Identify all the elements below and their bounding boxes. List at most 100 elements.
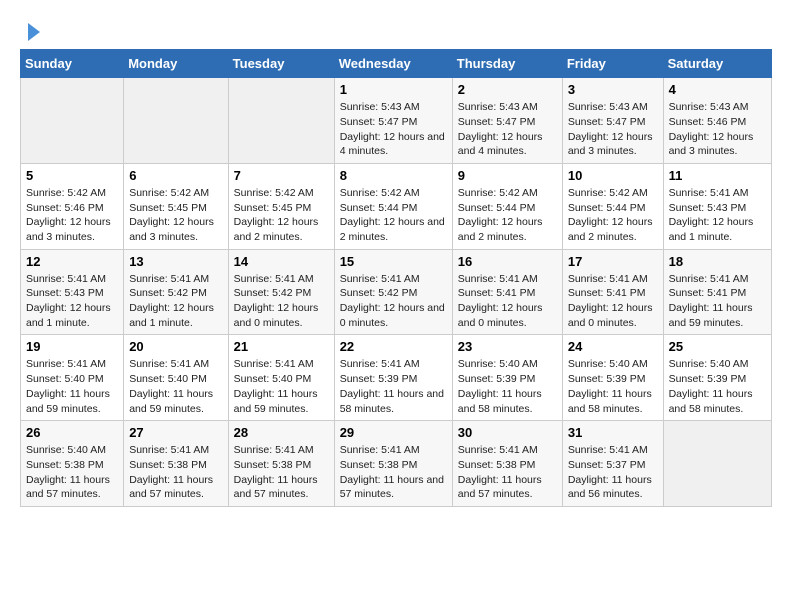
day-info: Sunrise: 5:41 AMSunset: 5:43 PMDaylight:…: [26, 272, 118, 331]
calendar-cell: 14 Sunrise: 5:41 AMSunset: 5:42 PMDayligh…: [228, 249, 334, 335]
weekday-header-monday: Monday: [124, 50, 228, 78]
calendar-week-5: 26 Sunrise: 5:40 AMSunset: 5:38 PMDayligh…: [21, 421, 772, 507]
calendar-week-3: 12 Sunrise: 5:41 AMSunset: 5:43 PMDayligh…: [21, 249, 772, 335]
day-info: Sunrise: 5:41 AMSunset: 5:41 PMDaylight:…: [669, 272, 766, 331]
calendar-cell: 19 Sunrise: 5:41 AMSunset: 5:40 PMDayligh…: [21, 335, 124, 421]
day-number: 14: [234, 254, 329, 269]
day-number: 15: [340, 254, 447, 269]
weekday-header-saturday: Saturday: [663, 50, 771, 78]
day-number: 17: [568, 254, 658, 269]
day-info: Sunrise: 5:41 AMSunset: 5:42 PMDaylight:…: [129, 272, 222, 331]
calendar-cell: 3 Sunrise: 5:43 AMSunset: 5:47 PMDaylight…: [562, 78, 663, 164]
day-info: Sunrise: 5:40 AMSunset: 5:39 PMDaylight:…: [458, 357, 557, 416]
calendar-cell: 12 Sunrise: 5:41 AMSunset: 5:43 PMDayligh…: [21, 249, 124, 335]
day-number: 10: [568, 168, 658, 183]
day-number: 27: [129, 425, 222, 440]
calendar-cell: 31Sunrise: 5:41 AMSunset: 5:37 PMDayligh…: [562, 421, 663, 507]
day-info: Sunrise: 5:42 AMSunset: 5:44 PMDaylight:…: [568, 186, 658, 245]
day-info: Sunrise: 5:43 AMSunset: 5:47 PMDaylight:…: [568, 100, 658, 159]
calendar-cell: [663, 421, 771, 507]
day-info: Sunrise: 5:41 AMSunset: 5:43 PMDaylight:…: [669, 186, 766, 245]
day-info: Sunrise: 5:41 AMSunset: 5:42 PMDaylight:…: [234, 272, 329, 331]
day-number: 7: [234, 168, 329, 183]
calendar-cell: 13 Sunrise: 5:41 AMSunset: 5:42 PMDayligh…: [124, 249, 228, 335]
calendar-week-4: 19 Sunrise: 5:41 AMSunset: 5:40 PMDayligh…: [21, 335, 772, 421]
day-info: Sunrise: 5:42 AMSunset: 5:45 PMDaylight:…: [129, 186, 222, 245]
calendar-cell: [21, 78, 124, 164]
day-info: Sunrise: 5:42 AMSunset: 5:46 PMDaylight:…: [26, 186, 118, 245]
calendar-cell: 30Sunrise: 5:41 AMSunset: 5:38 PMDayligh…: [452, 421, 562, 507]
logo-icon: [22, 21, 44, 43]
calendar-week-1: 1 Sunrise: 5:43 AMSunset: 5:47 PMDaylight…: [21, 78, 772, 164]
calendar-header-row: SundayMondayTuesdayWednesdayThursdayFrid…: [21, 50, 772, 78]
day-number: 13: [129, 254, 222, 269]
weekday-header-thursday: Thursday: [452, 50, 562, 78]
calendar-cell: 28Sunrise: 5:41 AMSunset: 5:38 PMDayligh…: [228, 421, 334, 507]
day-info: Sunrise: 5:41 AMSunset: 5:41 PMDaylight:…: [458, 272, 557, 331]
calendar-cell: 11Sunrise: 5:41 AMSunset: 5:43 PMDayligh…: [663, 163, 771, 249]
calendar-cell: [228, 78, 334, 164]
calendar-cell: 22 Sunrise: 5:41 AMSunset: 5:39 PMDayligh…: [334, 335, 452, 421]
calendar-cell: 25Sunrise: 5:40 AMSunset: 5:39 PMDayligh…: [663, 335, 771, 421]
day-info: Sunrise: 5:41 AMSunset: 5:39 PMDaylight:…: [340, 357, 447, 416]
weekday-header-tuesday: Tuesday: [228, 50, 334, 78]
day-number: 16: [458, 254, 557, 269]
calendar-cell: 15 Sunrise: 5:41 AMSunset: 5:42 PMDayligh…: [334, 249, 452, 335]
day-info: Sunrise: 5:42 AMSunset: 5:45 PMDaylight:…: [234, 186, 329, 245]
day-info: Sunrise: 5:42 AMSunset: 5:44 PMDaylight:…: [340, 186, 447, 245]
calendar-cell: 9 Sunrise: 5:42 AMSunset: 5:44 PMDaylight…: [452, 163, 562, 249]
weekday-header-wednesday: Wednesday: [334, 50, 452, 78]
day-number: 30: [458, 425, 557, 440]
day-info: Sunrise: 5:41 AMSunset: 5:40 PMDaylight:…: [26, 357, 118, 416]
logo-text: [20, 20, 44, 43]
calendar-cell: [124, 78, 228, 164]
day-number: 21: [234, 339, 329, 354]
calendar-cell: 6 Sunrise: 5:42 AMSunset: 5:45 PMDaylight…: [124, 163, 228, 249]
day-number: 9: [458, 168, 557, 183]
calendar-cell: 27Sunrise: 5:41 AMSunset: 5:38 PMDayligh…: [124, 421, 228, 507]
day-number: 2: [458, 82, 557, 97]
logo: [20, 20, 44, 39]
day-info: Sunrise: 5:41 AMSunset: 5:38 PMDaylight:…: [340, 443, 447, 502]
day-info: Sunrise: 5:42 AMSunset: 5:44 PMDaylight:…: [458, 186, 557, 245]
day-number: 6: [129, 168, 222, 183]
calendar-cell: 4Sunrise: 5:43 AMSunset: 5:46 PMDaylight…: [663, 78, 771, 164]
day-info: Sunrise: 5:43 AMSunset: 5:47 PMDaylight:…: [340, 100, 447, 159]
day-info: Sunrise: 5:41 AMSunset: 5:40 PMDaylight:…: [234, 357, 329, 416]
weekday-header-friday: Friday: [562, 50, 663, 78]
day-info: Sunrise: 5:41 AMSunset: 5:42 PMDaylight:…: [340, 272, 447, 331]
day-number: 8: [340, 168, 447, 183]
calendar-cell: 23Sunrise: 5:40 AMSunset: 5:39 PMDayligh…: [452, 335, 562, 421]
calendar-cell: 8 Sunrise: 5:42 AMSunset: 5:44 PMDaylight…: [334, 163, 452, 249]
calendar-table: SundayMondayTuesdayWednesdayThursdayFrid…: [20, 49, 772, 507]
calendar-cell: 21 Sunrise: 5:41 AMSunset: 5:40 PMDayligh…: [228, 335, 334, 421]
day-number: 20: [129, 339, 222, 354]
day-number: 3: [568, 82, 658, 97]
day-number: 18: [669, 254, 766, 269]
calendar-cell: 2 Sunrise: 5:43 AMSunset: 5:47 PMDaylight…: [452, 78, 562, 164]
day-number: 12: [26, 254, 118, 269]
day-number: 24: [568, 339, 658, 354]
calendar-cell: 16 Sunrise: 5:41 AMSunset: 5:41 PMDayligh…: [452, 249, 562, 335]
day-number: 19: [26, 339, 118, 354]
day-info: Sunrise: 5:41 AMSunset: 5:41 PMDaylight:…: [568, 272, 658, 331]
calendar-cell: 26 Sunrise: 5:40 AMSunset: 5:38 PMDayligh…: [21, 421, 124, 507]
day-number: 4: [669, 82, 766, 97]
day-number: 31: [568, 425, 658, 440]
calendar-cell: 7 Sunrise: 5:42 AMSunset: 5:45 PMDaylight…: [228, 163, 334, 249]
page-header: [20, 20, 772, 39]
calendar-cell: 17 Sunrise: 5:41 AMSunset: 5:41 PMDayligh…: [562, 249, 663, 335]
day-number: 26: [26, 425, 118, 440]
calendar-cell: 29 Sunrise: 5:41 AMSunset: 5:38 PMDayligh…: [334, 421, 452, 507]
day-number: 1: [340, 82, 447, 97]
day-number: 29: [340, 425, 447, 440]
day-info: Sunrise: 5:41 AMSunset: 5:40 PMDaylight:…: [129, 357, 222, 416]
day-info: Sunrise: 5:43 AMSunset: 5:47 PMDaylight:…: [458, 100, 557, 159]
day-info: Sunrise: 5:40 AMSunset: 5:38 PMDaylight:…: [26, 443, 118, 502]
calendar-cell: 5Sunrise: 5:42 AMSunset: 5:46 PMDaylight…: [21, 163, 124, 249]
calendar-cell: 10 Sunrise: 5:42 AMSunset: 5:44 PMDayligh…: [562, 163, 663, 249]
calendar-cell: 1 Sunrise: 5:43 AMSunset: 5:47 PMDaylight…: [334, 78, 452, 164]
day-number: 22: [340, 339, 447, 354]
calendar-week-2: 5Sunrise: 5:42 AMSunset: 5:46 PMDaylight…: [21, 163, 772, 249]
day-number: 28: [234, 425, 329, 440]
